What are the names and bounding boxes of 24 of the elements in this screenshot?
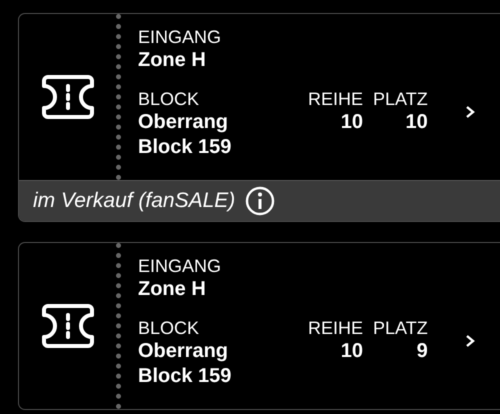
chevron-icon[interactable] xyxy=(465,105,475,119)
ticket-card[interactable]: EINGANG Zone H BLOCK Oberrang Block 159 REIHE 10 PLATZ 10 im Verkauf (fanSALE) xyxy=(18,13,500,222)
seat-label: PLATZ xyxy=(373,317,428,339)
block-value: Oberrang xyxy=(138,339,228,364)
entrance-label: EINGANG xyxy=(138,255,222,277)
seat-value: 9 xyxy=(416,339,428,364)
row-value: 10 xyxy=(340,110,364,135)
block-value: Oberrang xyxy=(138,110,228,135)
status-text: im Verkauf (fanSALE) xyxy=(33,189,236,213)
block-label: BLOCK xyxy=(138,88,200,110)
entrance-label: EINGANG xyxy=(138,26,222,48)
row-label: REIHE xyxy=(308,317,364,339)
block-label: BLOCK xyxy=(138,317,200,339)
block-number: Block 159 xyxy=(138,364,232,389)
ticket-card[interactable]: EINGANG Zone H BLOCK Oberrang Block 159 REIHE 10 PLATZ 9 xyxy=(18,242,500,410)
block-number: Block 159 xyxy=(138,135,232,160)
entrance-value: Zone H xyxy=(138,277,207,302)
entrance-value: Zone H xyxy=(138,48,207,73)
chevron-icon[interactable] xyxy=(465,334,475,348)
seat-value: 10 xyxy=(405,110,428,135)
row-value: 10 xyxy=(340,339,364,364)
row-label: REIHE xyxy=(308,88,364,110)
seat-label: PLATZ xyxy=(373,88,428,110)
info-icon[interactable] xyxy=(245,186,276,216)
